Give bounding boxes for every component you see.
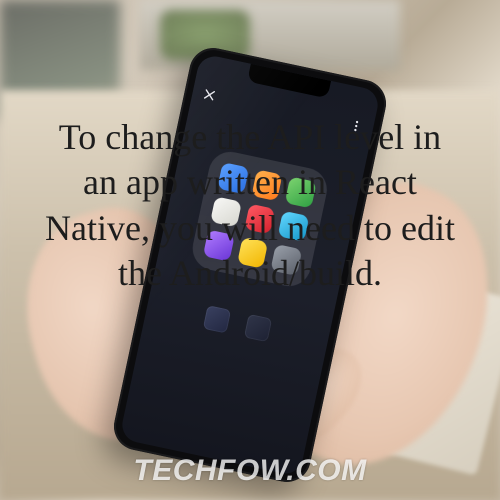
home-app-icon (244, 314, 272, 342)
close-icon[interactable] (201, 87, 218, 104)
scene-root: To change the API level in an app writte… (0, 0, 500, 500)
watermark: TECHFOW.COM (0, 454, 500, 488)
home-row (144, 293, 330, 359)
overlay-caption: To change the API level in an app writte… (0, 115, 500, 296)
home-app[interactable] (243, 314, 272, 346)
home-app[interactable] (202, 305, 231, 337)
statusbar-right (367, 93, 370, 107)
home-app-icon (203, 305, 231, 333)
statusbar-left (207, 59, 210, 73)
